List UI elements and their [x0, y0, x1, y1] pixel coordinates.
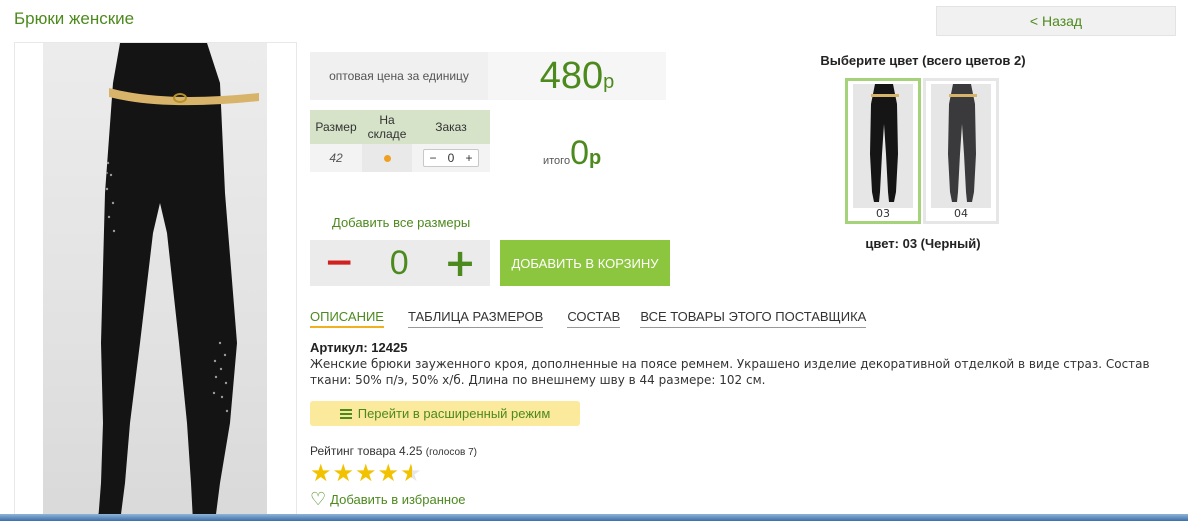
list-icon — [339, 408, 352, 419]
tab-supplier-products[interactable]: ВСЕ ТОВАРЫ ЭТОГО ПОСТАВЩИКА — [640, 309, 867, 328]
page-title: Брюки женские — [14, 9, 135, 28]
back-button[interactable]: < Назад — [936, 6, 1176, 36]
color-swatch-03[interactable]: 03 — [845, 78, 921, 224]
pants-illustration — [90, 43, 259, 521]
total-label: итого — [543, 155, 571, 167]
swatch-code: 03 — [876, 207, 890, 220]
product-photo[interactable] — [14, 42, 297, 521]
favorite-label: Добавить в избранное — [330, 491, 466, 507]
star-icon[interactable]: ★ — [333, 461, 355, 485]
star-icon[interactable]: ★ — [310, 461, 332, 485]
article-number: Артикул: 12425 — [310, 340, 408, 355]
add-all-sizes-link[interactable]: Добавить все размеры — [332, 215, 470, 230]
size-table: Размер На складе Заказ 42 − 0 + — [310, 110, 490, 172]
stepper-value[interactable]: 0 — [442, 150, 460, 166]
extended-mode-button[interactable]: Перейти в расширенный режим — [310, 401, 580, 426]
quantity-plus-button[interactable]: + — [444, 244, 476, 282]
product-tabs: ОПИСАНИЕ ТАБЛИЦА РАЗМЕРОВ СОСТАВ ВСЕ ТОВ… — [310, 309, 890, 328]
selected-color-label: цвет: 03 (Черный) — [865, 236, 981, 251]
order-stepper[interactable]: − 0 + — [423, 149, 479, 167]
swatch-code: 04 — [954, 207, 968, 220]
swatch-image — [931, 84, 991, 208]
star-icon[interactable]: ★ — [400, 461, 422, 485]
add-to-favorites-link[interactable]: ♡ Добавить в избранное — [310, 489, 466, 509]
heart-icon: ♡ — [310, 489, 327, 509]
price-amount: 480 — [539, 54, 604, 97]
swatch-image — [853, 84, 913, 208]
tab-size-chart[interactable]: ТАБЛИЦА РАЗМЕРОВ — [407, 309, 544, 328]
quantity-value[interactable]: 0 — [390, 244, 409, 283]
rating-text: Рейтинг товара 4.25 (голосов 7) — [310, 444, 477, 458]
color-swatch-04[interactable]: 04 — [923, 78, 999, 224]
stock-column-header: На складе — [362, 110, 412, 144]
stepper-minus-button[interactable]: − — [424, 150, 442, 166]
stepper-plus-button[interactable]: + — [460, 150, 478, 166]
color-chooser-title: Выберите цвет (всего цветов 2) — [820, 53, 1026, 68]
total-value: 0 — [570, 134, 589, 172]
quantity-minus-button[interactable]: − — [324, 245, 354, 281]
product-description: Женские брюки зауженного кроя, дополненн… — [310, 357, 1150, 387]
size-column-header: Размер — [310, 110, 362, 144]
tab-composition[interactable]: СОСТАВ — [567, 309, 621, 328]
price-label: оптовая цена за единицу — [310, 52, 488, 100]
rating-label: Рейтинг товара 4.25 — [310, 444, 423, 458]
extended-mode-label: Перейти в расширенный режим — [357, 406, 551, 421]
tab-description[interactable]: ОПИСАНИЕ — [310, 309, 384, 328]
star-icon[interactable]: ★ — [355, 461, 377, 485]
add-to-cart-button[interactable]: ДОБАВИТЬ В КОРЗИНУ — [500, 240, 670, 286]
in-stock-dot-icon — [383, 155, 391, 162]
taskbar — [0, 514, 1188, 521]
total: итого 0 р — [543, 134, 601, 173]
star-icon[interactable]: ★ — [378, 461, 400, 485]
order-column-header: Заказ — [412, 110, 490, 144]
total-currency: р — [589, 147, 602, 169]
quantity-stepper: − 0 + — [310, 240, 490, 286]
table-row: 42 − 0 + — [310, 144, 490, 172]
rating-stars: ★ ★ ★ ★ ★ — [310, 461, 423, 485]
size-value: 42 — [329, 151, 343, 165]
price-value: 480 р — [488, 52, 666, 100]
rating-votes: (голосов 7) — [425, 447, 477, 458]
price-currency: р — [603, 70, 615, 93]
